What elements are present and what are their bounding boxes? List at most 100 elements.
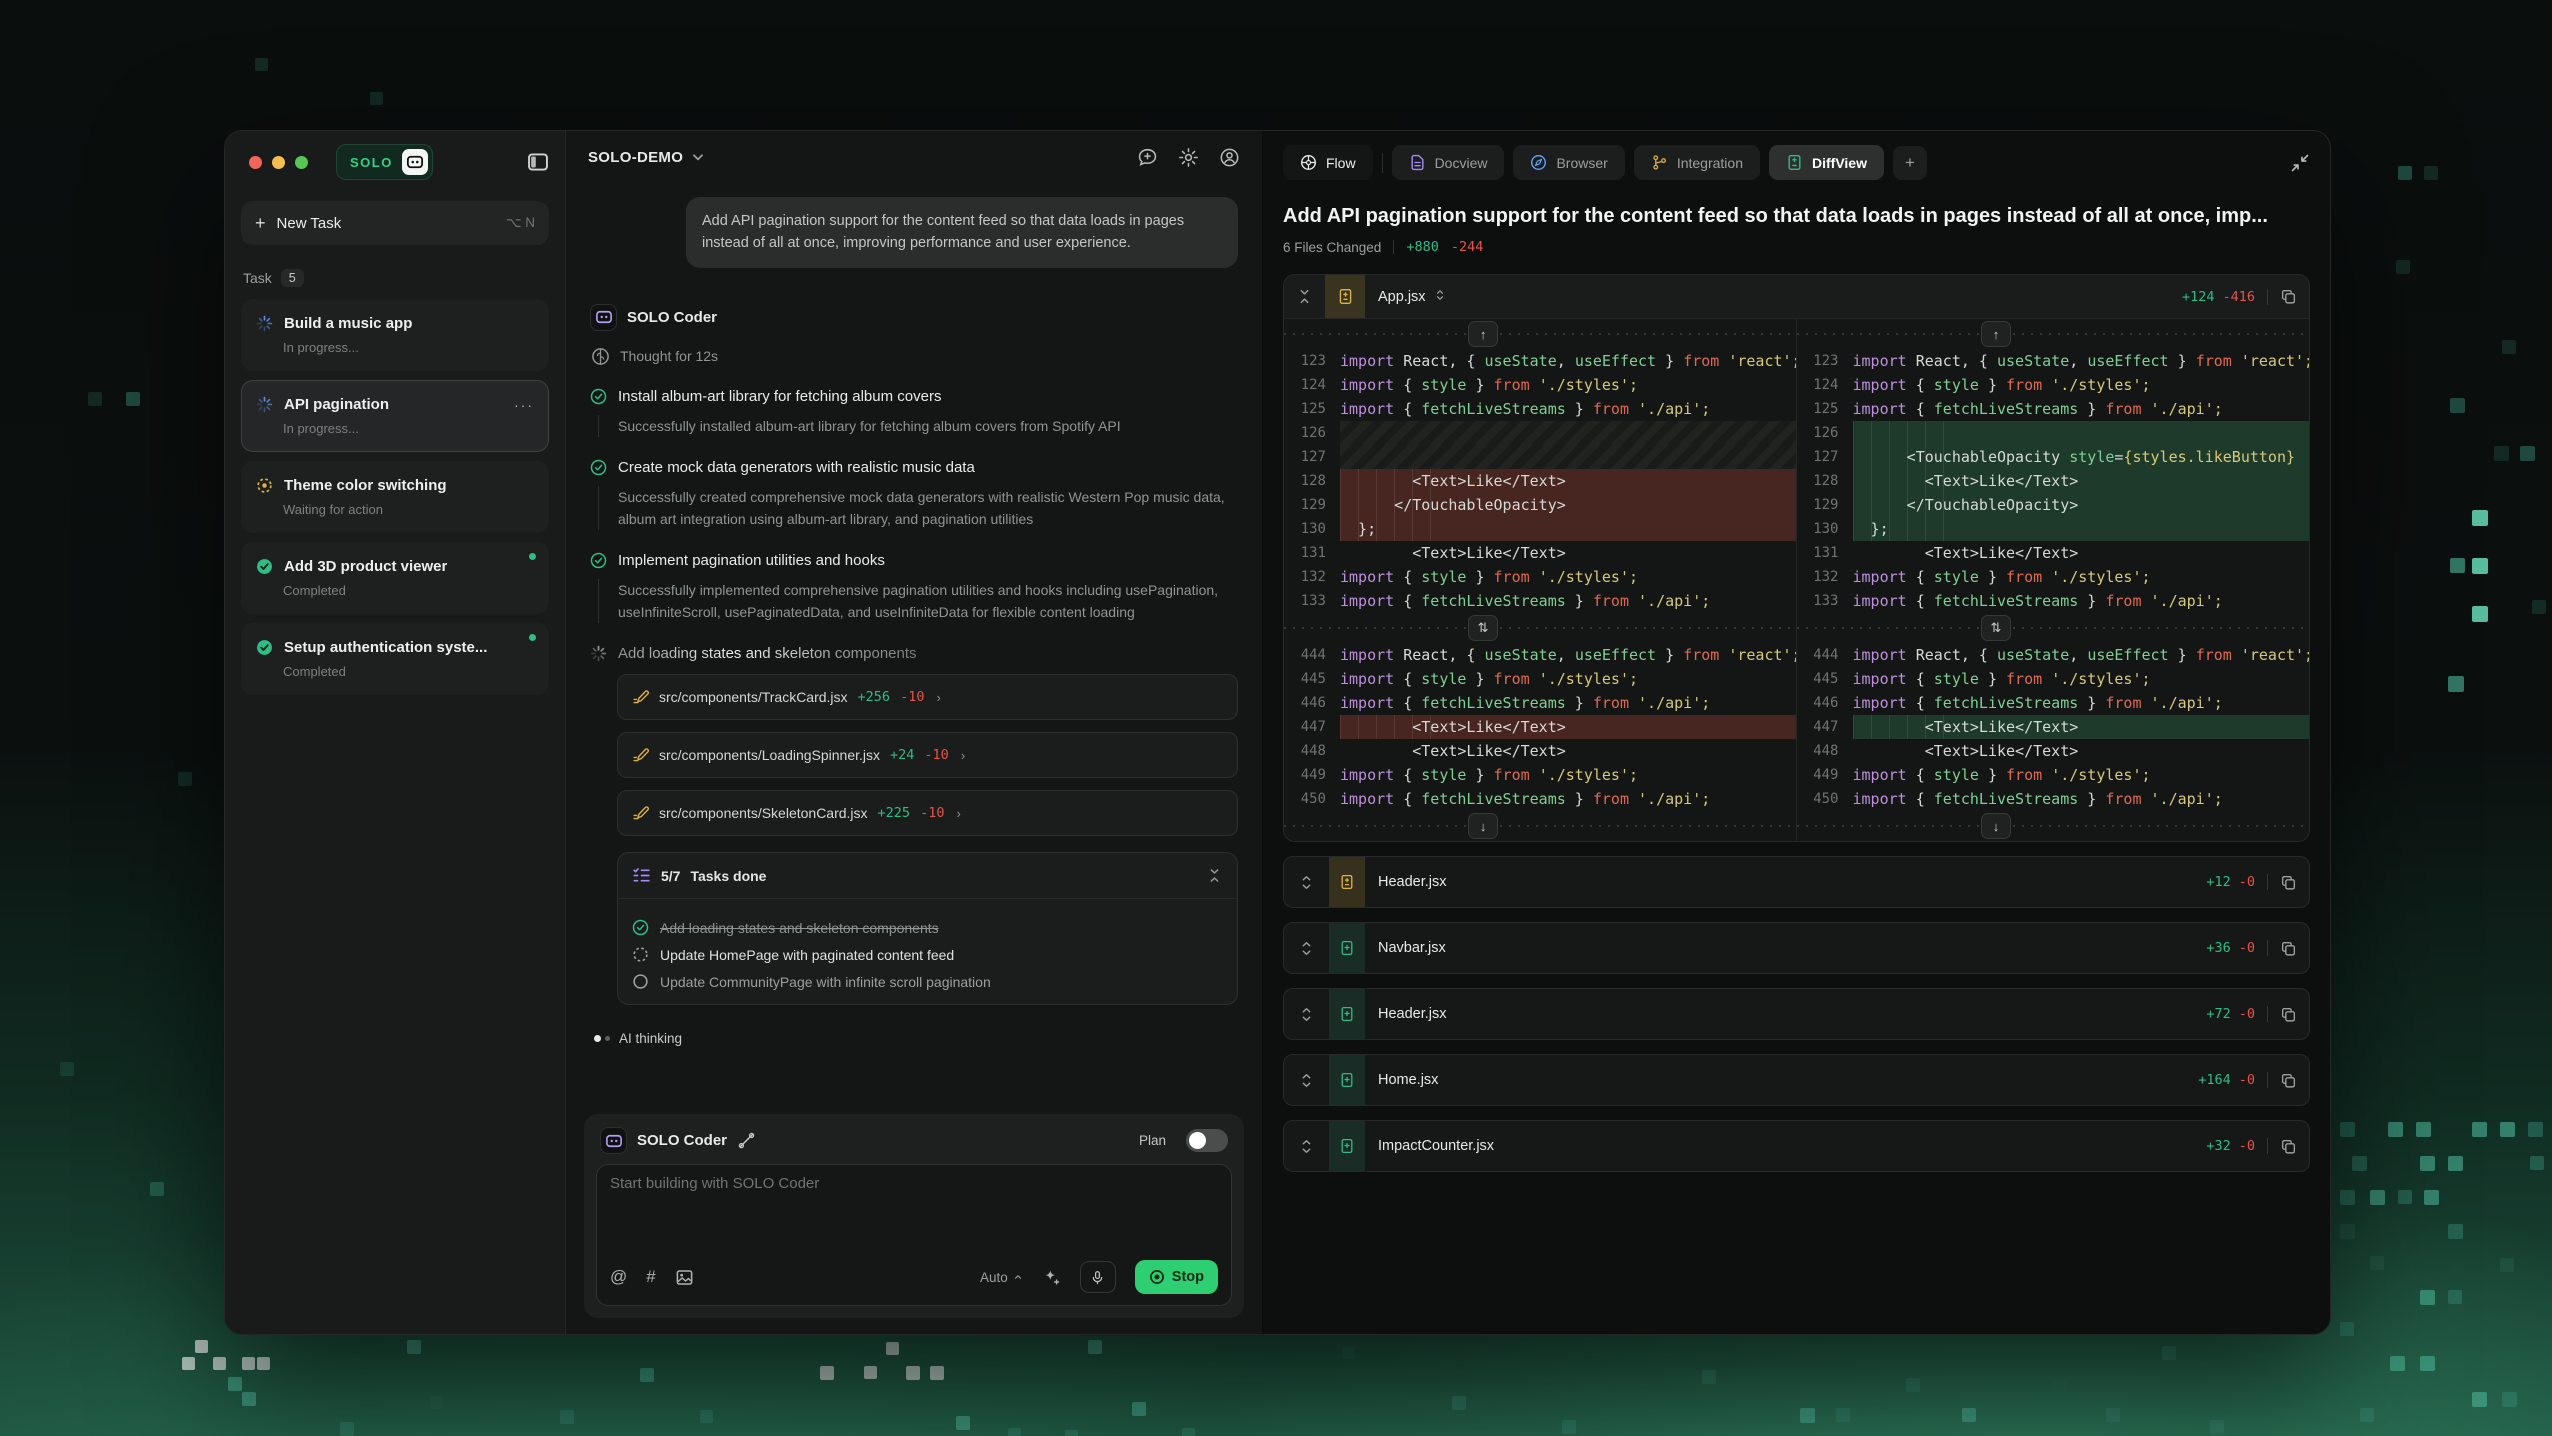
task-status: In progress...	[283, 340, 534, 355]
todo-item[interactable]: Update CommunityPage with infinite scrol…	[632, 973, 1223, 990]
microphone-icon[interactable]	[1080, 1261, 1116, 1293]
thought-row[interactable]: Thought for 12s	[591, 347, 1238, 366]
copy-icon[interactable]	[2280, 1138, 2297, 1155]
tab-label: Integration	[1677, 155, 1743, 171]
composer-input[interactable]	[610, 1175, 1218, 1259]
task-card[interactable]: API pagination···In progress...	[241, 380, 549, 452]
line-number: 126	[1284, 421, 1340, 445]
line-number: 131	[1284, 541, 1340, 565]
integration-icon	[1651, 154, 1668, 171]
expand-up-button[interactable]: ↑	[1981, 321, 2011, 347]
todo-item-label: Update CommunityPage with infinite scrol…	[660, 974, 991, 990]
copy-icon[interactable]	[2280, 1006, 2297, 1023]
task-card[interactable]: Theme color switchingWaiting for action	[241, 461, 549, 533]
add-tab-button[interactable]: +	[1893, 146, 1927, 180]
image-attach-icon[interactable]	[675, 1268, 694, 1287]
chevron-right-icon: ›	[956, 806, 960, 821]
file-chip[interactable]: src/components/SkeletonCard.jsx+225-10›	[617, 790, 1238, 836]
pixel-decoration	[2340, 1224, 2355, 1239]
tools-icon[interactable]	[737, 1131, 756, 1150]
file-name: ImpactCounter.jsx	[1378, 1138, 1494, 1154]
copy-icon[interactable]	[2280, 874, 2297, 891]
diff-file-row[interactable]: ImpactCounter.jsx+32-0	[1283, 1120, 2310, 1172]
collapse-icon[interactable]	[1206, 867, 1223, 884]
pixel-decoration	[2450, 398, 2465, 413]
line-number: 132	[1284, 565, 1340, 589]
diff-file-name: App.jsx	[1378, 289, 1426, 305]
sidebar-toggle-icon[interactable]	[527, 151, 549, 173]
file-deletions: -416	[2222, 289, 2255, 305]
task-card[interactable]: Add 3D product viewerCompleted	[241, 542, 549, 614]
diff-pane-old[interactable]: ↑123import React, { useState, useEffect …	[1284, 319, 1797, 841]
tab-docview[interactable]: Docview	[1392, 145, 1505, 180]
expand-file-icon[interactable]	[1298, 1138, 1315, 1155]
tasks-done-header[interactable]: 5/7 Tasks done	[618, 853, 1237, 899]
new-task-button[interactable]: + New Task ⌥ N	[241, 201, 549, 245]
copy-icon[interactable]	[2280, 288, 2297, 305]
file-chip[interactable]: src/components/TrackCard.jsx+256-10›	[617, 674, 1238, 720]
todo-item[interactable]: Add loading states and skeleton componen…	[632, 919, 1223, 936]
minimize-window-button[interactable]	[272, 156, 285, 169]
diff-file-row[interactable]: Home.jsx+164-0	[1283, 1054, 2310, 1106]
tab-diffview[interactable]: DiffView	[1769, 145, 1884, 180]
task-section-label: Task	[243, 270, 272, 286]
tab-flow[interactable]: Flow	[1283, 145, 1373, 180]
line-number: 448	[1284, 739, 1340, 763]
zoom-window-button[interactable]	[295, 156, 308, 169]
diff-pane-new[interactable]: ↑123import React, { useState, useEffect …	[1797, 319, 2310, 841]
copy-icon[interactable]	[2280, 940, 2297, 957]
tab-integration[interactable]: Integration	[1634, 145, 1760, 180]
pixel-decoration	[906, 1366, 920, 1380]
chat-scroll-area[interactable]: Add API pagination support for the conte…	[566, 183, 1262, 1100]
close-window-button[interactable]	[249, 156, 262, 169]
step-title: Install album-art library for fetching a…	[618, 388, 941, 405]
file-additions: +124	[2182, 289, 2215, 305]
file-chip[interactable]: src/components/LoadingSpinner.jsx+24-10›	[617, 732, 1238, 778]
line-content: <Text>Like</Text>	[1340, 469, 1796, 493]
todo-item[interactable]: Update HomePage with paginated content f…	[632, 946, 1223, 963]
plan-toggle[interactable]	[1186, 1129, 1228, 1152]
mention-icon[interactable]: @	[610, 1267, 627, 1287]
model-mode-dropdown[interactable]: Auto	[980, 1270, 1023, 1285]
pixel-decoration	[2420, 1356, 2435, 1371]
copy-icon[interactable]	[2280, 1072, 2297, 1089]
sparkle-icon[interactable]	[1042, 1268, 1061, 1287]
settings-gear-icon[interactable]	[1178, 147, 1199, 168]
expand-file-icon[interactable]	[1298, 940, 1315, 957]
task-title: Setup authentication syste...	[284, 639, 487, 656]
pixel-decoration	[2420, 1290, 2435, 1305]
diff-gap-separator: ↑	[1797, 319, 2310, 349]
chevron-down-icon[interactable]	[691, 150, 705, 164]
task-card[interactable]: Build a music appIn progress...	[241, 299, 549, 371]
task-card[interactable]: Setup authentication syste...Completed	[241, 623, 549, 695]
step-description: Successfully created comprehensive mock …	[598, 486, 1238, 530]
added-file-icon	[1329, 923, 1365, 973]
task-more-button[interactable]: ···	[514, 397, 534, 413]
expand-file-icon[interactable]	[1298, 874, 1315, 891]
diff-line: 449import { style } from './styles';	[1797, 763, 2310, 787]
expand-both-button[interactable]: ⇅	[1981, 615, 2011, 641]
expand-up-button[interactable]: ↑	[1468, 321, 1498, 347]
stop-button[interactable]: Stop	[1135, 1260, 1218, 1294]
diff-file-row[interactable]: Header.jsx+72-0	[1283, 988, 2310, 1040]
diff-file-row[interactable]: Header.jsx+12-0	[1283, 856, 2310, 908]
new-chat-icon[interactable]	[1137, 147, 1158, 168]
diff-line: 445import { style } from './styles';	[1797, 667, 2310, 691]
pixel-decoration	[407, 1340, 421, 1354]
tab-browser[interactable]: Browser	[1513, 145, 1624, 180]
line-content: import { fetchLiveStreams } from './api'…	[1853, 397, 2310, 421]
collapse-file-icon[interactable]	[1296, 288, 1313, 305]
sort-updown-icon[interactable]	[1434, 288, 1446, 306]
expand-file-icon[interactable]	[1298, 1072, 1315, 1089]
expand-both-button[interactable]: ⇅	[1468, 615, 1498, 641]
diff-file-row[interactable]: Navbar.jsx+36-0	[1283, 922, 2310, 974]
diff-line: 127	[1284, 445, 1796, 469]
account-user-icon[interactable]	[1219, 147, 1240, 168]
diff-file-header[interactable]: App.jsx +124 -416	[1284, 275, 2309, 319]
collapse-panel-icon[interactable]	[2290, 153, 2310, 173]
additions-count: +12	[2206, 874, 2230, 890]
expand-file-icon[interactable]	[1298, 1006, 1315, 1023]
expand-down-button[interactable]: ↓	[1981, 813, 2011, 839]
expand-down-button[interactable]: ↓	[1468, 813, 1498, 839]
hashtag-icon[interactable]: #	[646, 1267, 655, 1287]
